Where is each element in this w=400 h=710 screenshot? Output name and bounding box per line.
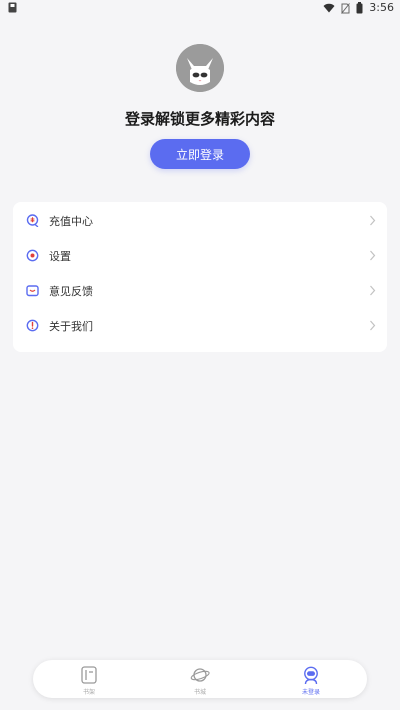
menu-label: 设置 — [49, 249, 71, 263]
planet-icon — [190, 668, 210, 682]
nav-label: 未登录 — [301, 689, 320, 696]
menu-label: 关于我们 — [49, 319, 93, 333]
chevron-right-icon — [370, 250, 376, 261]
status-time: 3:56 — [369, 1, 394, 14]
battery-icon — [356, 2, 363, 14]
chevron-right-icon — [370, 215, 376, 226]
info-icon — [26, 319, 39, 332]
menu-item-about[interactable]: 关于我们 — [13, 308, 387, 343]
chevron-right-icon — [370, 320, 376, 331]
menu-label: 意见反馈 — [49, 284, 93, 298]
menu-item-feedback[interactable]: 意见反馈 — [13, 273, 387, 308]
menu-item-recharge[interactable]: 充值中心 — [13, 203, 387, 238]
status-icons: 3:56 — [323, 1, 394, 15]
cat-avatar-icon — [176, 44, 224, 92]
status-bar: 3:56 — [0, 0, 400, 16]
astronaut-icon — [304, 666, 318, 685]
menu-card: 充值中心 设置 意见反馈 关于我们 — [13, 202, 387, 352]
menu-item-settings[interactable]: 设置 — [13, 238, 387, 273]
wallet-icon — [26, 214, 39, 227]
nav-label: 书城 — [193, 689, 206, 696]
login-prompt: 登录解锁更多精彩内容 — [124, 110, 275, 128]
avatar[interactable] — [176, 44, 224, 92]
gear-icon — [26, 249, 39, 262]
notification-icon — [8, 2, 17, 13]
bookshelf-icon — [81, 666, 97, 684]
nav-label: 书架 — [82, 689, 95, 696]
feedback-icon — [26, 285, 39, 297]
login-button[interactable]: 立即登录 — [150, 139, 250, 169]
no-sim-icon — [341, 2, 351, 14]
menu-label: 充值中心 — [49, 214, 93, 228]
nav-item-profile[interactable]: 未登录 — [281, 660, 341, 698]
bottom-nav: 书架 书城 未登录 — [33, 660, 367, 698]
chevron-right-icon — [370, 285, 376, 296]
nav-item-bookstore[interactable]: 书城 — [170, 660, 230, 698]
nav-item-bookshelf[interactable]: 书架 — [59, 660, 119, 698]
wifi-icon — [323, 3, 335, 13]
